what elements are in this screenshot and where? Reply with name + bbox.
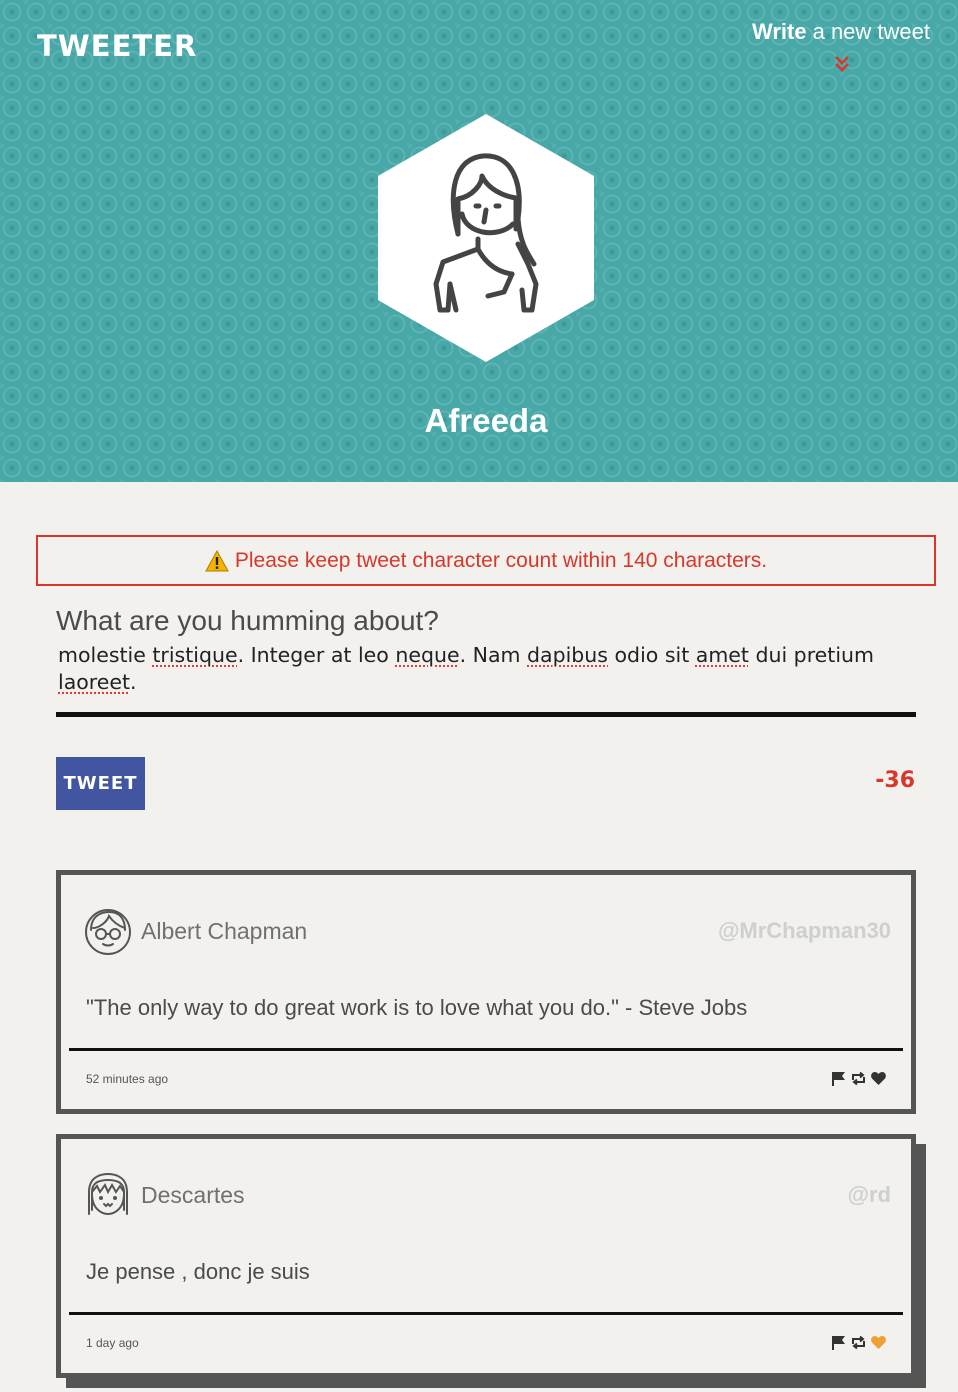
tweet-author: Albert Chapman xyxy=(141,918,308,944)
character-counter: -36 xyxy=(875,768,915,793)
text-part: neque xyxy=(395,643,460,667)
tweet-handle[interactable]: @rd xyxy=(848,1182,891,1208)
tweet-timestamp: 1 day ago xyxy=(86,1336,139,1350)
text-part: tristique xyxy=(152,643,238,667)
brand-logo[interactable]: TWEETER xyxy=(37,29,197,63)
retweet-icon[interactable] xyxy=(850,1334,867,1351)
tweet-timestamp: 52 minutes ago xyxy=(86,1072,169,1086)
text-part: molestie xyxy=(58,643,153,667)
chevron-double-down-icon[interactable] xyxy=(831,53,853,75)
tweet-author: Descartes xyxy=(141,1182,245,1208)
text-part: amet xyxy=(695,643,749,667)
man-glasses-avatar-icon xyxy=(85,909,131,955)
profile-avatar xyxy=(378,114,594,362)
tweet-actions xyxy=(830,1070,887,1087)
tweet-handle[interactable]: @MrChapman30 xyxy=(718,918,891,944)
heart-icon[interactable] xyxy=(870,1334,887,1351)
tweet-divider xyxy=(69,1312,903,1315)
flag-icon[interactable] xyxy=(830,1334,847,1351)
tweet-card: Albert Chapman @MrChapman30 "The only wa… xyxy=(56,870,916,1114)
text-part: . Integer at leo xyxy=(237,643,396,667)
text-part: laoreet xyxy=(58,670,131,694)
error-text: Please keep tweet character count within… xyxy=(234,548,768,572)
profile-header: TWEETER Write a new tweet Afreeda xyxy=(0,0,958,482)
flag-icon[interactable] xyxy=(830,1070,847,1087)
compose-label: What are you humming about? xyxy=(56,605,439,636)
compose-link-strong: Write xyxy=(751,19,807,44)
tweet-button[interactable]: TWEET xyxy=(56,757,145,810)
text-part: odio sit xyxy=(608,643,696,667)
tweet-content: Je pense , donc je suis xyxy=(86,1259,310,1284)
tweet-card: Descartes @rd Je pense , donc je suis 1 … xyxy=(56,1134,916,1378)
compose-toggle-link[interactable]: Write a new tweet xyxy=(746,19,936,45)
warning-icon xyxy=(204,549,229,571)
tweet-divider xyxy=(69,1048,903,1051)
text-part: . xyxy=(130,670,137,694)
tweet-content: "The only way to do great work is to lov… xyxy=(86,995,748,1020)
compose-link-text: a new tweet xyxy=(812,19,930,44)
girl-bangs-avatar-icon xyxy=(88,1172,128,1216)
heart-icon[interactable] xyxy=(870,1070,887,1087)
profile-name: Afreeda xyxy=(424,402,548,439)
text-part: . Nam xyxy=(459,643,528,667)
text-part: dapibus xyxy=(527,643,608,667)
textarea-underline xyxy=(56,712,916,717)
tweet-actions xyxy=(830,1334,887,1351)
tweet-textarea[interactable]: molestie tristique. Integer at leo neque… xyxy=(58,642,918,696)
text-part: dui pretium xyxy=(748,643,874,667)
retweet-icon[interactable] xyxy=(850,1070,867,1087)
error-message: Please keep tweet character count within… xyxy=(36,535,936,586)
